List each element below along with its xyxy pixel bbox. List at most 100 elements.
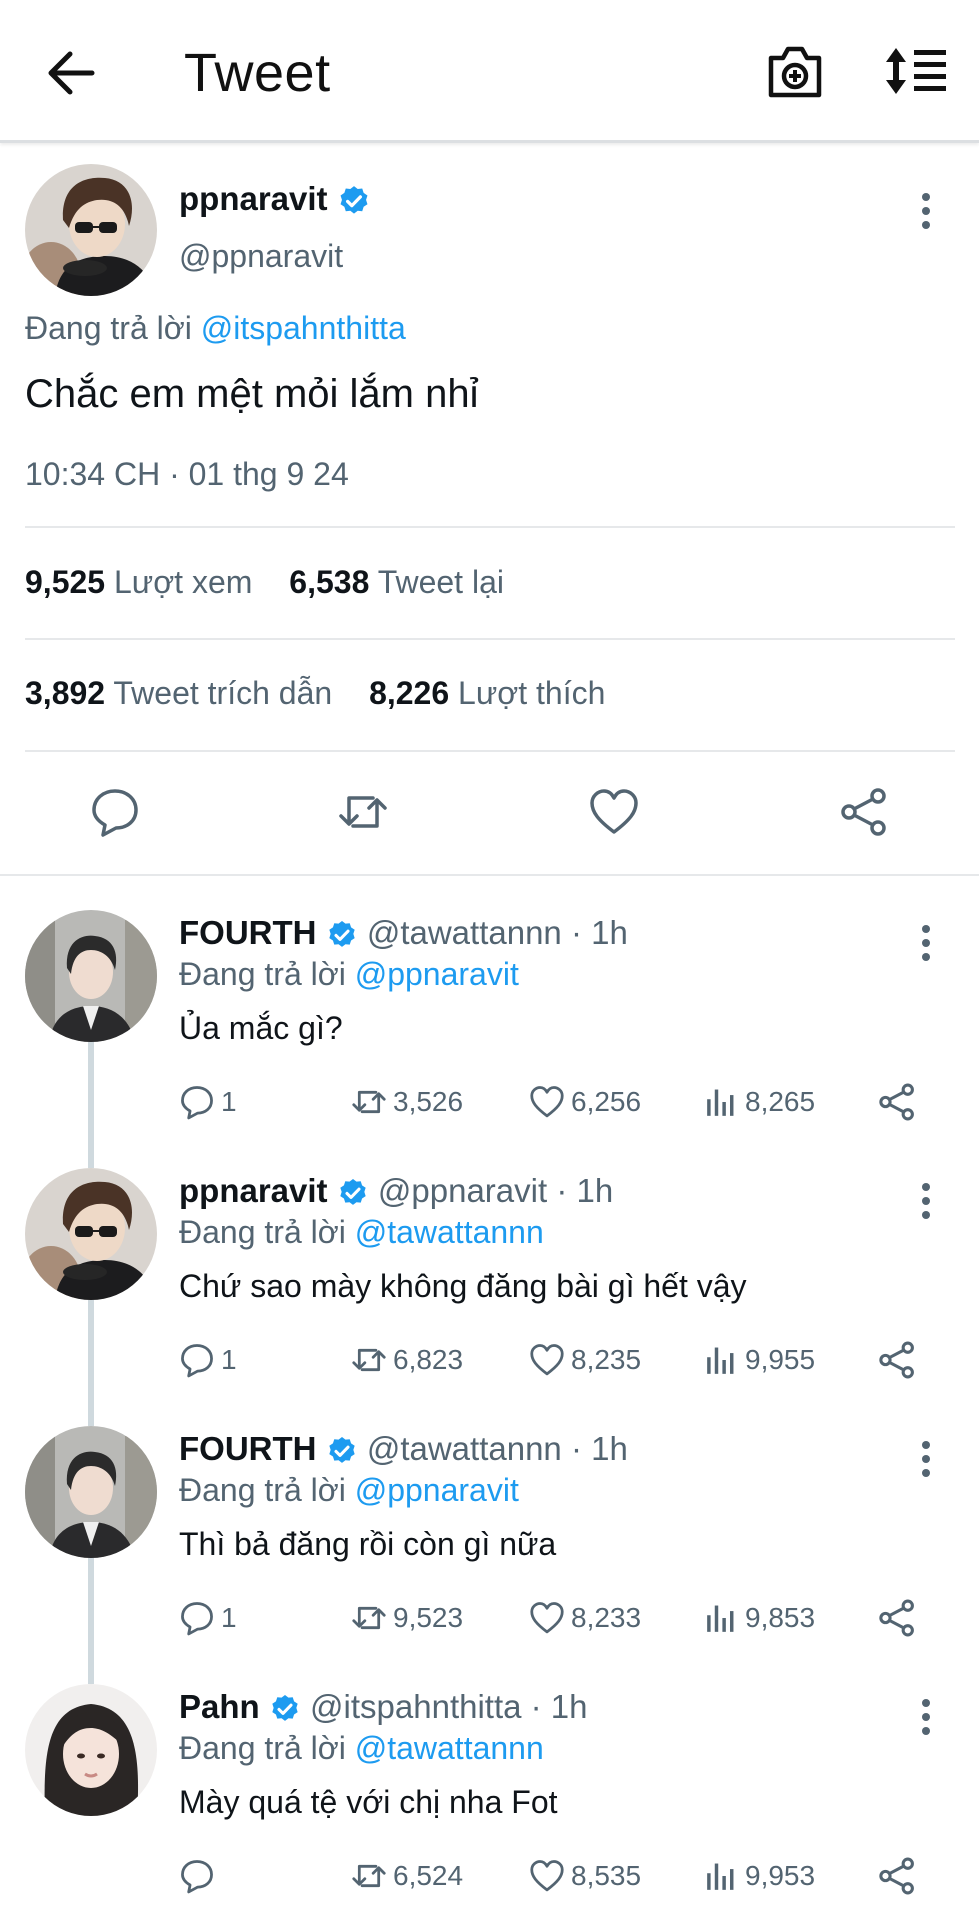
reply-tweet[interactable]: Pahn @itspahnthitta · 1h Đang trả lời @t… [0,1684,979,1920]
reply-header: FOURTH @tawattannn · 1h [179,1430,628,1468]
more-options-icon[interactable] [914,1440,938,1478]
views-stat[interactable]: 9,525 Lượt xem [25,564,252,600]
verified-badge-icon [340,1179,366,1206]
author-name[interactable]: ppnaravit [179,1172,328,1209]
share-icon[interactable] [838,786,890,838]
author-name[interactable]: FOURTH [179,1430,316,1467]
more-options-icon[interactable] [914,924,938,962]
reply-actions: 1 3,526 6,256 8,265 [179,1080,939,1124]
avatar[interactable] [25,164,157,296]
like-heart-icon [530,1086,564,1118]
reply-text: Chứ sao mày không đăng bài gì hết vậy [179,1268,747,1304]
like-action[interactable]: 8,235 [529,1338,641,1382]
author-handle[interactable]: @itspahnthitta · 1h [310,1688,588,1725]
tweet-text: Chắc em mệt mỏi lắm nhỉ [25,372,479,416]
share-action[interactable] [877,1080,923,1124]
verified-badge-icon [340,186,368,214]
share-action[interactable] [877,1596,923,1640]
verified-badge-icon [272,1695,298,1722]
like-action[interactable]: 6,256 [529,1080,641,1124]
replying-to-link[interactable]: @tawattannn [355,1730,544,1766]
retweet-icon [352,1606,386,1630]
share-action[interactable] [877,1338,923,1382]
share-icon [879,1857,914,1895]
reply-action[interactable] [179,1854,221,1898]
replying-to-link[interactable]: @itspahnthitta [201,310,406,346]
author-name[interactable]: Pahn [179,1688,260,1725]
retweet-action[interactable]: 3,526 [351,1080,463,1124]
like-heart-icon[interactable] [588,786,640,838]
like-action[interactable]: 8,535 [529,1854,641,1898]
retweet-icon[interactable] [337,786,389,838]
retweet-icon [352,1090,386,1114]
more-options-icon[interactable] [914,1182,938,1220]
like-heart-icon [530,1344,564,1376]
avatar[interactable] [25,1684,157,1816]
author-handle[interactable]: @tawattannn · 1h [367,1430,628,1467]
reply-header: ppnaravit @ppnaravit · 1h [179,1172,613,1210]
reply-header: FOURTH @tawattannn · 1h [179,914,628,952]
retweets-stat[interactable]: 6,538 Tweet lại [289,564,504,600]
avatar[interactable] [25,910,157,1042]
share-icon [879,1083,914,1121]
replying-to: Đang trả lời @ppnaravit [179,1472,519,1508]
reply-action[interactable]: 1 [179,1338,237,1382]
divider [25,638,955,640]
tweet-timestamp: 10:34 CH · 01 thg 9 24 [25,456,349,492]
replying-to-link[interactable]: @ppnaravit [355,1472,519,1508]
views-action[interactable]: 9,953 [703,1854,815,1898]
reply-tweet[interactable]: FOURTH @tawattannn · 1h Đang trả lời @pp… [0,910,979,1168]
sort-toggle-icon[interactable] [884,46,948,96]
replying-to: Đang trả lời @tawattannn [179,1730,544,1766]
reply-action[interactable]: 1 [179,1080,237,1124]
like-heart-icon [530,1860,564,1892]
reply-icon [181,1086,213,1120]
like-heart-icon [530,1602,564,1634]
likes-stat[interactable]: 8,226 Lượt thích [369,675,605,711]
page-title: Tweet [184,43,331,103]
like-action[interactable]: 8,233 [529,1596,641,1640]
more-options-icon[interactable] [914,192,938,230]
camera-add-icon[interactable] [766,44,824,100]
replying-to-link[interactable]: @tawattannn [355,1214,544,1250]
retweet-icon [352,1864,386,1888]
avatar[interactable] [25,1426,157,1558]
views-chart-icon [707,1347,734,1374]
reply-action[interactable]: 1 [179,1596,237,1640]
reply-header: Pahn @itspahnthitta · 1h [179,1688,588,1726]
share-action[interactable] [877,1854,923,1898]
reply-tweet[interactable]: ppnaravit @ppnaravit · 1h Đang trả lời @… [0,1168,979,1426]
views-action[interactable]: 9,955 [703,1338,815,1382]
verified-badge-icon [328,1437,355,1464]
more-options-icon[interactable] [914,1698,938,1736]
author-handle[interactable]: @tawattannn · 1h [367,914,628,951]
replying-to: Đang trả lời @ppnaravit [179,956,519,992]
views-action[interactable]: 9,853 [703,1596,815,1640]
quotes-stat[interactable]: 3,892 Tweet trích dẫn [25,675,332,711]
reply-actions: 1 9,523 8,233 9,853 [179,1596,939,1640]
views-chart-icon [707,1863,734,1890]
top-bar: Tweet [0,0,979,143]
replying-to-link[interactable]: @ppnaravit [355,956,519,992]
retweet-action[interactable]: 6,524 [351,1854,463,1898]
views-chart-icon [707,1089,734,1116]
views-action[interactable]: 8,265 [703,1080,815,1124]
retweet-action[interactable]: 9,523 [351,1596,463,1640]
retweet-action[interactable]: 6,823 [351,1338,463,1382]
replying-to: Đang trả lời @tawattannn [179,1214,544,1250]
replying-prefix: Đang trả lời [25,310,192,346]
reply-tweet[interactable]: FOURTH @tawattannn · 1h Đang trả lời @pp… [0,1426,979,1684]
stats-row-1: 9,525 Lượt xem 6,538 Tweet lại [25,564,504,601]
author-handle[interactable]: @ppnaravit [179,238,343,275]
divider [25,526,955,528]
section-divider [0,874,979,876]
back-arrow-icon[interactable] [46,50,96,96]
author-name[interactable]: FOURTH [179,914,316,951]
author-name[interactable]: ppnaravit [179,180,371,218]
reply-icon[interactable] [89,786,141,838]
replying-to: Đang trả lời @itspahnthitta [25,310,406,347]
author-name-text: ppnaravit [179,180,328,217]
author-handle[interactable]: @ppnaravit · 1h [378,1172,613,1209]
reply-actions: 1 6,823 8,235 9,955 [179,1338,939,1382]
avatar[interactable] [25,1168,157,1300]
